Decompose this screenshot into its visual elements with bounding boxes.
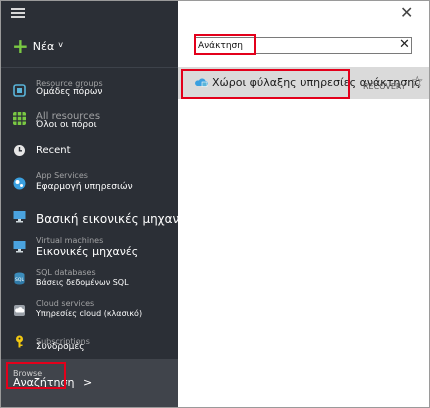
key-icon <box>16 335 23 348</box>
all-resources-icon <box>13 112 26 125</box>
sidebar-item-label: Recent <box>36 145 71 156</box>
browse-button[interactable]: Browse Αναζήτηση > <box>1 359 178 407</box>
sidebar-item-ghost-text: SQL databases <box>36 268 96 277</box>
sidebar-item-label: Βασική εικονικές μηχανές <box>36 212 178 226</box>
sidebar-item-app-services[interactable]: App Services Εφαρμογή υπηρεσιών <box>1 171 178 201</box>
sidebar-item-label: Όλοι οι πόροι <box>36 120 97 130</box>
search-highlight-box <box>194 34 256 55</box>
nav-divider <box>1 67 178 68</box>
sidebar-item-cloud-services[interactable]: Cloud services Υπηρεσίες cloud (κλασικό) <box>1 298 178 328</box>
sidebar-item-recent[interactable]: Recent <box>1 140 178 170</box>
close-icon[interactable]: ✕ <box>400 3 413 22</box>
left-navigation: + Νέα v Resource groups Ομάδες πόρων All… <box>1 1 178 407</box>
virtual-machines-classic-icon <box>13 211 26 223</box>
cloud-services-icon <box>14 305 25 316</box>
sql-database-icon: SQL <box>14 272 25 285</box>
sidebar-item-resource-groups[interactable]: Resource groups Ομάδες πόρων <box>1 77 178 107</box>
new-label: Νέα <box>32 39 55 53</box>
plus-icon: + <box>12 34 29 58</box>
app-services-icon <box>13 177 26 190</box>
sidebar-item-virtual-machines[interactable]: Virtual machines Εικονικές μηχανές <box>1 236 178 266</box>
browse-highlight-box <box>6 362 66 389</box>
sidebar-item-subscriptions[interactable]: Subscriptions Συνδρομές <box>1 329 178 359</box>
resource-groups-icon <box>13 84 26 97</box>
search-result-ghost-text: RECOVERY <box>363 82 406 91</box>
sidebar-item-label: Βάσεις δεδομένων SQL <box>36 278 129 287</box>
clock-icon <box>14 145 25 156</box>
svg-text:SQL: SQL <box>15 277 24 283</box>
virtual-machines-icon <box>13 241 26 253</box>
new-button[interactable]: + Νέα v <box>12 34 63 58</box>
sidebar-item-label: Εικονικές μηχανές <box>36 245 139 258</box>
chevron-down-icon: v <box>58 39 63 49</box>
star-icon[interactable]: ☆ <box>411 74 424 90</box>
clear-search-icon[interactable]: ✕ <box>399 37 410 52</box>
sidebar-item-all-resources[interactable]: All resources Όλοι οι πόροι <box>1 109 178 139</box>
sidebar-item-ghost-text: Cloud services <box>36 299 95 308</box>
sidebar-item-label: Υπηρεσίες cloud (κλασικό) <box>36 309 143 318</box>
browse-flyout: ✕ ✕ Χώροι φύλαξης υπηρεσίες ανάκτησης RE… <box>178 1 429 407</box>
sidebar-item-ghost-text: App Services <box>36 171 88 180</box>
result-highlight-box <box>181 69 350 99</box>
sidebar-item-label: Συνδρομές <box>36 342 85 352</box>
sidebar-item-label: Εφαρμογή υπηρεσιών <box>36 182 133 192</box>
sidebar-item-label: Ομάδες πόρων <box>36 87 103 97</box>
chevron-right-icon: > <box>83 376 93 389</box>
sidebar-item-sql-databases[interactable]: SQL SQL databases Βάσεις δεδομένων SQL <box>1 267 178 297</box>
sidebar-item-virtual-machines-classic[interactable]: Βασική εικονικές μηχανές <box>1 204 178 234</box>
sidebar-item-ghost-text: Virtual machines <box>36 236 104 245</box>
hamburger-menu-icon[interactable] <box>11 8 25 18</box>
